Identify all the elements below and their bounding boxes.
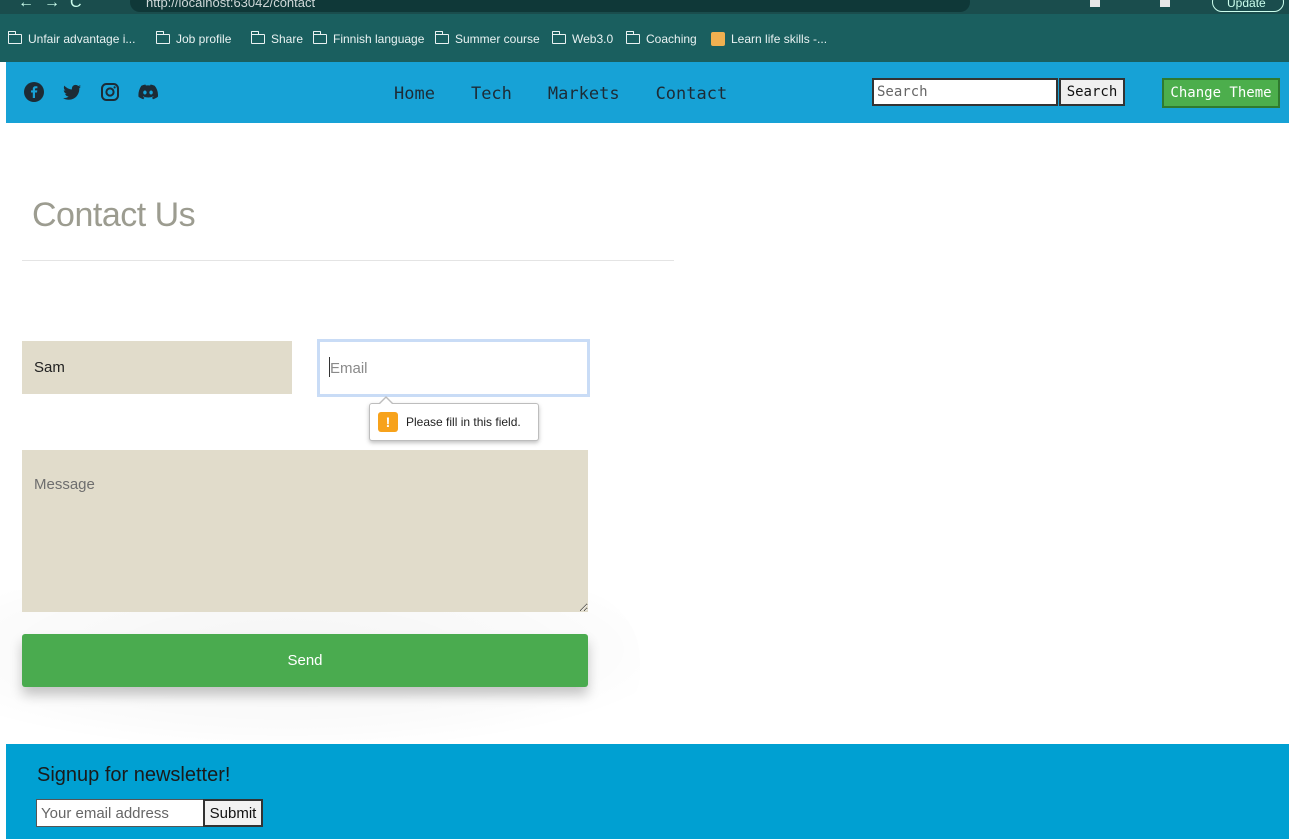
nav-markets[interactable]: Markets <box>548 84 620 104</box>
facebook-icon[interactable] <box>24 82 44 102</box>
folder-icon <box>551 31 566 44</box>
browser-toolbar: ←→C http://localhost:63042/contact Updat… <box>0 0 1289 14</box>
bookmarks-bar: Unfair advantage i... Job profile Share … <box>0 14 1289 62</box>
bookmark-item[interactable]: Learn life skills -... <box>711 31 827 47</box>
nav-contact[interactable]: Contact <box>656 84 728 104</box>
bookmark-item[interactable]: Finnish language <box>312 31 424 47</box>
nav-tech[interactable]: Tech <box>471 84 512 104</box>
tooltip-text: Please fill in this field. <box>406 415 521 429</box>
bookmark-item[interactable]: Web3.0 <box>551 31 613 47</box>
text-caret <box>329 357 330 377</box>
folder-icon <box>155 31 170 44</box>
folder-icon <box>250 31 265 44</box>
update-button[interactable]: Update <box>1212 0 1284 12</box>
email-field[interactable] <box>317 339 590 397</box>
nav-home[interactable]: Home <box>394 84 435 104</box>
discord-icon[interactable] <box>138 82 158 102</box>
bookmark-item[interactable]: Unfair advantage i... <box>7 31 135 47</box>
send-button[interactable]: Send <box>22 634 588 687</box>
site-header: Home Tech Markets Contact Search Change … <box>6 62 1289 123</box>
footer: Signup for newsletter! Submit <box>6 744 1289 839</box>
newsletter-title: Signup for newsletter! <box>37 764 231 786</box>
search-input[interactable] <box>872 78 1058 106</box>
bookmark-item[interactable]: Job profile <box>155 31 231 47</box>
instagram-icon[interactable] <box>100 82 120 102</box>
favicon <box>711 32 725 46</box>
social-links <box>24 82 158 102</box>
browser-nav-buttons[interactable]: ←→C <box>18 0 92 12</box>
newsletter-submit-button[interactable]: Submit <box>203 799 263 827</box>
name-field[interactable] <box>22 341 292 394</box>
warning-icon: ! <box>378 412 398 432</box>
validation-tooltip: ! Please fill in this field. <box>369 396 539 441</box>
extension-icon[interactable] <box>1090 0 1100 7</box>
address-url[interactable]: http://localhost:63042/contact <box>146 0 315 10</box>
bookmark-item[interactable]: Share <box>250 31 303 47</box>
page-title: Contact Us <box>32 196 196 234</box>
folder-icon <box>625 31 640 44</box>
change-theme-button[interactable]: Change Theme <box>1162 78 1280 108</box>
main-nav: Home Tech Markets Contact <box>394 84 763 104</box>
divider <box>22 260 674 261</box>
search-button[interactable]: Search <box>1059 78 1125 106</box>
extension-icon[interactable] <box>1160 0 1170 7</box>
message-field[interactable] <box>22 450 588 612</box>
bookmark-item[interactable]: Summer course <box>434 31 540 47</box>
newsletter-email-input[interactable] <box>36 799 204 827</box>
bookmark-item[interactable]: Coaching <box>625 31 697 47</box>
twitter-icon[interactable] <box>62 82 82 102</box>
folder-icon <box>7 31 22 44</box>
folder-icon <box>434 31 449 44</box>
folder-icon <box>312 31 327 44</box>
